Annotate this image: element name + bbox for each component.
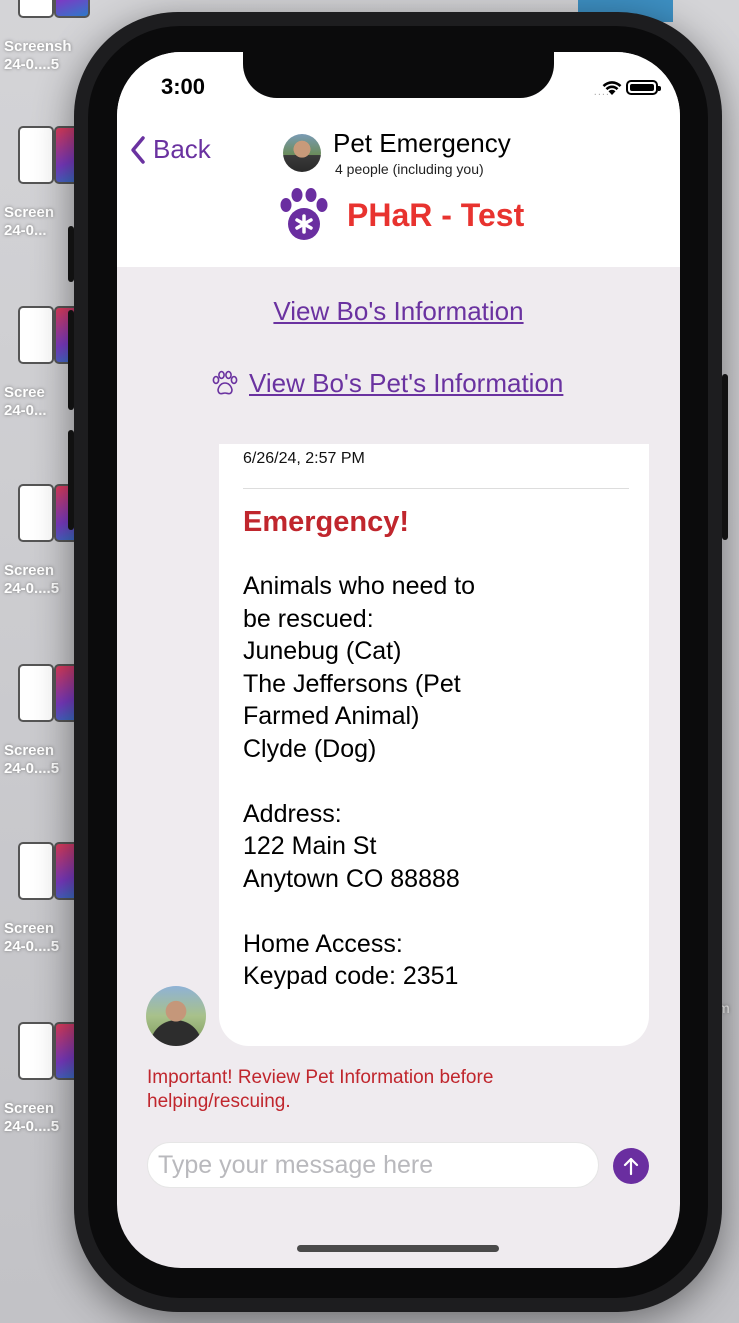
back-label: Back (153, 134, 211, 164)
view-owner-info-link[interactable]: View Bo's Information (273, 296, 523, 326)
wifi-icon (602, 81, 622, 95)
thumbnail-page (18, 664, 54, 722)
phone-power-button (722, 374, 728, 540)
phone-volume-down (68, 430, 74, 530)
app-brand-name: PHaR - Test (347, 196, 525, 233)
send-button[interactable] (613, 1148, 649, 1184)
chat-title[interactable]: Pet Emergency (333, 128, 511, 159)
thumbnail-page (18, 126, 54, 184)
arrow-up-icon (623, 1157, 639, 1176)
message-bubble[interactable]: 6/26/24, 2:57 PM Emergency! Animals who … (219, 444, 649, 1046)
thumbnail-page (18, 484, 54, 542)
brand-header: PHaR - Test (279, 188, 524, 242)
message-input[interactable] (147, 1142, 599, 1188)
thumbnail-page (54, 0, 90, 18)
paw-outline-icon (212, 370, 238, 394)
thumbnail-page (18, 306, 54, 364)
message-title: Emergency! (243, 506, 410, 538)
chat-participant-count: 4 people (including you) (335, 161, 484, 177)
thumbnail-page (18, 842, 54, 900)
battery-icon (626, 80, 661, 95)
message-timestamp: 6/26/24, 2:57 PM (243, 450, 365, 467)
group-avatar[interactable] (283, 134, 321, 172)
back-button[interactable]: Back (129, 134, 211, 165)
review-warning: Important! Review Pet Information before… (147, 1067, 494, 1112)
view-pet-info-link[interactable]: View Bo's Pet's Information (249, 368, 563, 399)
home-indicator (297, 1245, 499, 1252)
desktop-file-thumbnail[interactable] (18, 0, 108, 20)
chevron-left-icon (131, 135, 145, 164)
status-time: 3:00 (161, 74, 206, 99)
phone-screen: 3:00 .... Back Pet Emergency 4 people (i… (117, 52, 680, 1268)
owner-info-link-row: View Bo's Information (117, 296, 680, 327)
sender-avatar[interactable] (146, 986, 206, 1046)
phone-silent-switch (68, 226, 74, 282)
thumbnail-page (18, 0, 54, 18)
pet-info-link-row[interactable]: View Bo's Pet's Information (211, 368, 563, 399)
paw-logo-icon (280, 188, 328, 240)
thumbnail-page (18, 1022, 54, 1080)
message-divider (243, 488, 629, 489)
phone-notch (243, 52, 554, 98)
message-body: Animals who need to be rescued: Junebug … (243, 572, 476, 990)
phone-volume-up (68, 310, 74, 410)
